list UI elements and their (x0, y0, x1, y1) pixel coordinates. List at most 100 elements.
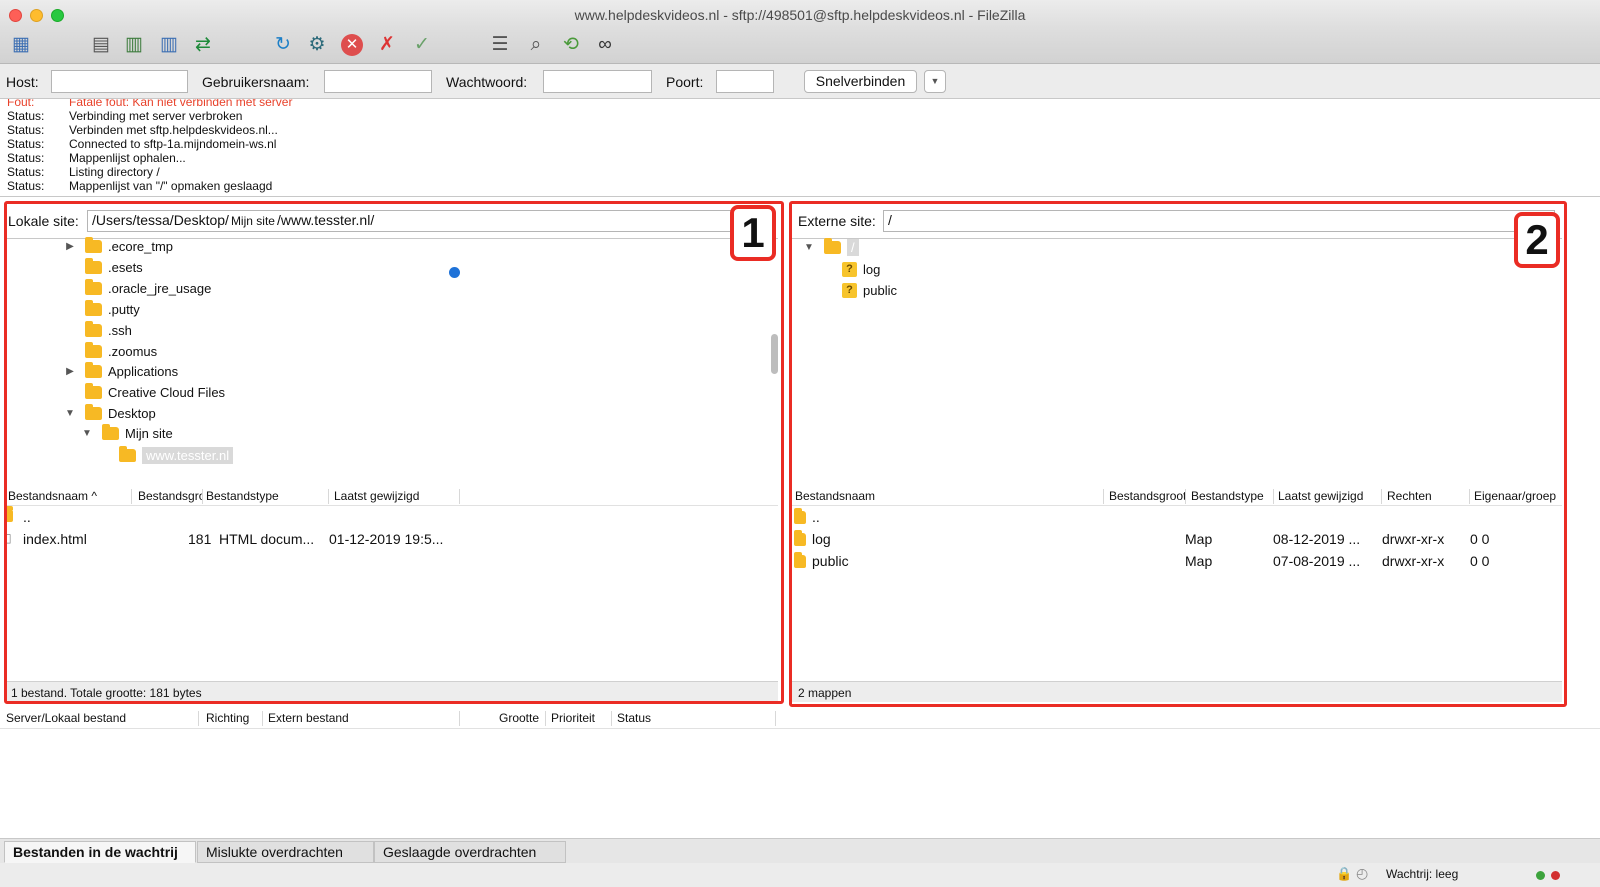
tree-item-selected[interactable]: www.tesster.nl (97, 445, 234, 465)
local-directory-tree[interactable]: ▶ .ecore_tmp .esets .oracle_jre_usage .pu… (5, 236, 778, 481)
folder-icon (85, 403, 102, 420)
tab-successful-transfers[interactable]: Geslaagde overdrachten (374, 841, 566, 863)
chevron-right-icon[interactable]: ▶ (63, 241, 77, 252)
column-header-modified[interactable]: Laatst gewijzigd (1275, 489, 1382, 504)
log-line: Status: Connected to sftp-1a.mijndomein-w… (7, 137, 277, 151)
column-header-size[interactable]: Bestandsgroot (135, 489, 203, 504)
column-header-owner[interactable]: Eigenaar/groep (1471, 489, 1562, 504)
unknown-folder-icon: ? (842, 261, 857, 277)
quickconnect-button[interactable]: Snelverbinden (804, 70, 917, 93)
tree-item[interactable]: .zoomus (63, 341, 157, 361)
folder-icon (85, 361, 102, 378)
column-header-status[interactable]: Status (614, 711, 776, 726)
list-item[interactable]: log Map 08-12-2019 ... drwxr-xr-x 0 0 (792, 528, 1562, 550)
tree-item[interactable]: .putty (63, 299, 140, 319)
username-label: Gebruikersnaam: (202, 74, 310, 90)
column-header-type[interactable]: Bestandstype (1188, 489, 1274, 504)
toggle-local-tree-icon[interactable]: ▥ (121, 32, 147, 58)
tree-item[interactable]: .oracle_jre_usage (63, 278, 211, 298)
reconnect-icon[interactable]: ✓ (409, 32, 435, 58)
tree-item[interactable]: ▼ / (802, 237, 859, 257)
list-item[interactable]: ▯ index.html 181 HTML docum... 01-12-201… (5, 528, 778, 550)
filter-icon[interactable]: ☰ (487, 32, 513, 58)
column-header-size[interactable]: Grootte (496, 711, 546, 726)
column-header-name[interactable]: Bestandsnaam (792, 489, 1104, 504)
tree-item[interactable]: ? log (842, 259, 880, 279)
local-path-input[interactable]: /Users/tessa/Desktop/Mijn site/www.tesst… (87, 210, 752, 232)
chevron-right-icon[interactable]: ▶ (63, 366, 77, 377)
cancel-icon[interactable]: ✕ (339, 32, 365, 58)
column-header-direction[interactable]: Richting (203, 711, 263, 726)
log-line: Fout: Fatale fout: Kan niet verbinden met… (7, 99, 293, 109)
list-item[interactable]: public Map 07-08-2019 ... drwxr-xr-x 0 0 (792, 550, 1562, 572)
transfer-queue-list[interactable] (0, 729, 1600, 839)
tree-item[interactable]: ▶ .ecore_tmp (63, 236, 173, 256)
port-input[interactable] (716, 70, 774, 93)
toggle-log-icon[interactable]: ▤ (88, 32, 114, 58)
column-header-name[interactable]: Bestandsnaam ^ (5, 489, 132, 504)
remote-file-list[interactable]: .. log Map 08-12-2019 ... drwxr-xr-x 0 0… (792, 506, 1562, 681)
remote-directory-tree[interactable]: ▼ / ? log ? public (792, 237, 1562, 481)
local-path-part: Mijn site (230, 214, 275, 228)
tree-item[interactable]: ? public (842, 280, 897, 300)
tree-item[interactable]: ▶ Applications (63, 361, 178, 381)
column-header-remote-file[interactable]: Extern bestand (265, 711, 460, 726)
process-queue-icon[interactable]: ⚙ (304, 32, 330, 58)
scrollbar-thumb[interactable] (771, 334, 778, 374)
port-label: Poort: (666, 74, 704, 90)
folder-icon (85, 382, 102, 399)
host-label: Host: (6, 74, 39, 90)
toggle-remote-tree-icon[interactable]: ▥ (156, 32, 182, 58)
search-icon[interactable]: ∞ (592, 32, 618, 58)
compare-icon[interactable]: ⌕ (523, 32, 549, 58)
speed-limit-icon[interactable]: ◴ (1356, 865, 1368, 882)
chevron-down-icon[interactable]: ▼ (802, 242, 816, 253)
tree-item[interactable]: ▼ Mijn site (80, 423, 173, 443)
tree-item[interactable]: .esets (63, 257, 143, 277)
site-manager-icon[interactable]: ▦ (8, 32, 34, 58)
queue-status: Wachtrij: leeg (1386, 867, 1459, 881)
column-header-type[interactable]: Bestandstype (203, 489, 329, 504)
remote-site-label: Externe site: (798, 213, 876, 229)
host-input[interactable] (51, 70, 188, 93)
tree-item[interactable]: Creative Cloud Files (63, 382, 225, 402)
column-header-modified[interactable]: Laatst gewijzigd (331, 489, 460, 504)
password-input[interactable] (543, 70, 652, 93)
remote-status-line: 2 mappen (792, 681, 1562, 702)
list-item[interactable]: .. (5, 506, 778, 528)
refresh-icon[interactable]: ↻ (270, 32, 296, 58)
column-header-size[interactable]: Bestandsgrootte (1106, 489, 1186, 504)
local-site-label: Lokale site: (8, 213, 79, 229)
tab-failed-transfers[interactable]: Mislukte overdrachten (197, 841, 374, 863)
folder-icon (85, 236, 102, 253)
lock-icon: 🔒 (1336, 866, 1353, 881)
cursor-dot (449, 267, 460, 278)
username-input[interactable] (324, 70, 432, 93)
tree-item[interactable]: .ssh (63, 320, 132, 340)
unknown-folder-icon: ? (842, 282, 857, 298)
tab-queued-files[interactable]: Bestanden in de wachtrij (4, 841, 196, 863)
column-header-permissions[interactable]: Rechten (1384, 489, 1470, 504)
column-header-server-file[interactable]: Server/Lokaal bestand (3, 711, 199, 726)
sync-browse-icon[interactable]: ⟲ (558, 32, 584, 58)
tree-item[interactable]: ▼ Desktop (63, 403, 156, 423)
chevron-down-icon: ▼ (930, 76, 940, 86)
quickconnect-history-dropdown[interactable]: ▼ (924, 70, 946, 93)
status-light-green-icon (1536, 871, 1545, 880)
message-log[interactable]: Fout: Fatale fout: Kan niet verbinden met… (0, 99, 1600, 197)
window-title: www.helpdeskvideos.nl - sftp://498501@sf… (574, 7, 1026, 23)
local-status-line: 1 bestand. Totale grootte: 181 bytes (5, 681, 778, 702)
local-path-bar: Lokale site: /Users/tessa/Desktop/Mijn s… (0, 207, 785, 235)
toggle-queue-icon[interactable]: ⇄ (190, 32, 216, 58)
column-header-priority[interactable]: Prioriteit (548, 711, 612, 726)
file-icon: ▯ (5, 531, 12, 545)
chevron-down-icon[interactable]: ▼ (80, 428, 94, 439)
chevron-down-icon[interactable]: ▼ (63, 408, 77, 419)
title-bar: www.helpdeskvideos.nl - sftp://498501@sf… (0, 0, 1600, 28)
folder-icon (119, 445, 136, 462)
remote-path-input[interactable]: / (883, 210, 1555, 232)
password-label: Wachtwoord: (446, 74, 528, 90)
list-item[interactable]: .. (792, 506, 1562, 528)
local-file-list[interactable]: .. ▯ index.html 181 HTML docum... 01-12-… (5, 506, 778, 681)
disconnect-icon[interactable]: ✗ (374, 32, 400, 58)
